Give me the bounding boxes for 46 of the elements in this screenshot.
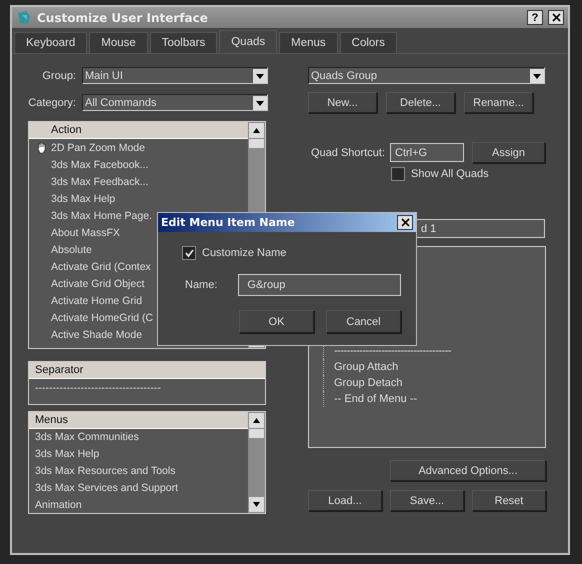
menu-item[interactable]: 3ds Max Communities (29, 428, 248, 446)
category-label: Category: (28, 96, 76, 108)
tab[interactable]: Toolbars (150, 32, 218, 53)
file-button[interactable]: Reset (472, 490, 546, 511)
column-header[interactable]: Separator (29, 362, 265, 379)
tab[interactable]: Quads (219, 30, 278, 53)
menu-item[interactable]: 3ds Max Help (29, 446, 248, 462)
menu-item[interactable]: 3ds Max Services and Support (29, 479, 248, 496)
action-item[interactable]: 3ds Max Feedback... (29, 173, 248, 190)
show-all-quads-label: Show All Quads (411, 168, 489, 180)
action-item[interactable]: 2D Pan Zoom Mode (29, 139, 248, 156)
name-input-field[interactable]: G&roup (238, 274, 402, 296)
advanced-options-button[interactable]: Advanced Options... (390, 460, 546, 481)
tab[interactable]: Mouse (89, 32, 148, 53)
dialog-button[interactable]: OK (239, 310, 314, 333)
tree-item[interactable]: -- End of Menu -- (323, 391, 545, 407)
name-label: Name: (185, 279, 218, 291)
dialog-title: Edit Menu Item Name (161, 216, 295, 229)
action-item[interactable]: 3ds Max Help (29, 190, 248, 207)
shortcut-field[interactable]: Ctrl+G (390, 143, 464, 162)
column-header[interactable]: Menus (29, 412, 248, 429)
customize-name-label: Customize Name (202, 247, 286, 259)
shortcut-label: Quad Shortcut: (311, 146, 385, 158)
set-button[interactable]: New... (308, 92, 377, 113)
file-button[interactable]: Save... (390, 490, 464, 511)
window-title: Customize User Interface (37, 10, 209, 24)
tree-item[interactable]: Group Attach (323, 359, 545, 375)
assign-button[interactable]: Assign (472, 142, 545, 163)
category-dropdown[interactable]: All Commands (82, 94, 268, 111)
set-button[interactable]: Delete... (386, 92, 455, 113)
group-label: Group: (42, 70, 76, 82)
tab[interactable]: Keyboard (14, 32, 88, 53)
menu-item[interactable]: Animation (29, 496, 248, 513)
tree-item[interactable]: Group Detach (323, 375, 545, 391)
dialog-button[interactable]: Cancel (326, 310, 401, 333)
file-button[interactable]: Load... (308, 490, 382, 511)
tab[interactable]: Colors (340, 32, 397, 53)
group-dropdown[interactable]: Main UI (82, 67, 268, 84)
action-item[interactable]: 3ds Max Facebook... (29, 156, 248, 173)
column-header[interactable]: Action (29, 122, 248, 139)
help-button[interactable]: ? (527, 10, 543, 25)
set-button[interactable]: Rename... (464, 92, 533, 113)
separator-item[interactable]: ------------------------------------ (29, 379, 265, 396)
quad-set-dropdown[interactable]: Quads Group (308, 67, 545, 84)
tab[interactable]: Menus (279, 32, 338, 53)
menu-item[interactable]: 3ds Max Resources and Tools (29, 462, 248, 480)
